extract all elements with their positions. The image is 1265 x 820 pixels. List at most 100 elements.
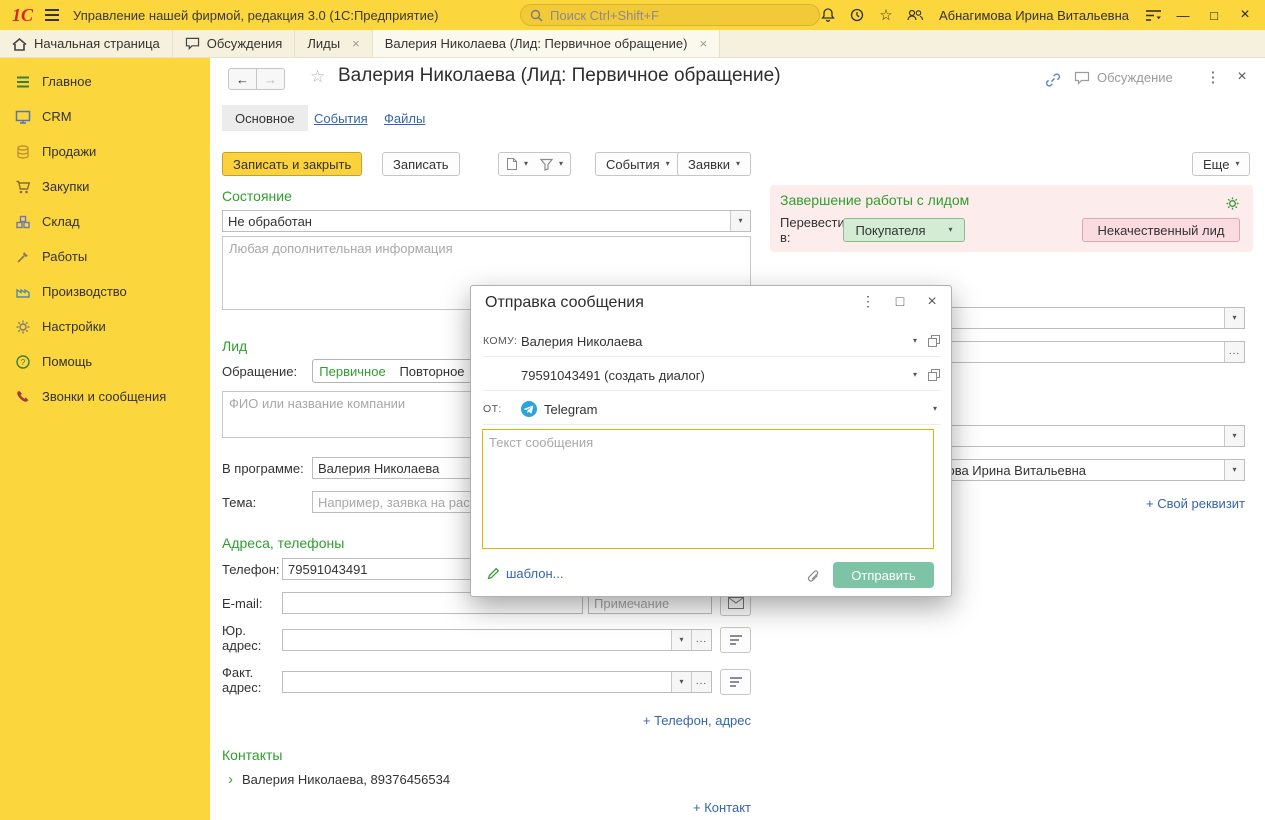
collaboration-button[interactable]	[902, 2, 928, 28]
bad-lead-button[interactable]: Некачественный лид	[1082, 218, 1240, 242]
recipient-dropdown-icon[interactable]: ▾	[913, 337, 917, 345]
save-close-button[interactable]: Записать и закрыть	[222, 152, 362, 176]
forward-button[interactable]: →	[256, 68, 285, 90]
responsible-dropdown[interactable]: ▾	[1224, 460, 1244, 480]
legal-address-more-button[interactable]: ...	[691, 630, 711, 650]
actual-address-menu-button[interactable]	[720, 669, 751, 695]
filter-button[interactable]: ▾	[533, 152, 571, 176]
send-button[interactable]: Отправить	[833, 562, 934, 588]
sidebar-item-proizvodstvo[interactable]: Производство	[0, 274, 210, 309]
convert-to-buyer-dropdown[interactable]: ▾	[937, 218, 965, 242]
completion-settings-button[interactable]	[1219, 190, 1245, 216]
pencil-icon	[487, 567, 500, 580]
tab-leads-close-icon[interactable]: ×	[352, 36, 360, 51]
state-dropdown-button[interactable]: ▾	[730, 211, 750, 231]
add-phone-address-link[interactable]: + Телефон, адрес	[590, 713, 751, 728]
address-lines-icon	[729, 634, 743, 646]
maximize-button[interactable]: □	[1200, 0, 1228, 30]
tab-home-label: Начальная страница	[34, 36, 160, 51]
sidebar-item-nastroyki[interactable]: Настройки	[0, 309, 210, 344]
legal-address-select[interactable]: ▾ ...	[282, 629, 712, 651]
sidebar-item-zakupki[interactable]: Закупки	[0, 169, 210, 204]
open-recipient-icon[interactable]	[927, 334, 941, 348]
sidebar-item-prodazhi[interactable]: Продажи	[0, 134, 210, 169]
global-search-box[interactable]: Поиск Ctrl+Shift+F	[520, 4, 820, 26]
sidebar-item-crm[interactable]: CRM	[0, 99, 210, 134]
current-user[interactable]: Абнагимова Ирина Витальевна	[939, 8, 1129, 23]
form-more-icon[interactable]: ⋮	[1203, 68, 1223, 86]
service-menu-button[interactable]	[1140, 2, 1166, 28]
from-row: ОТ: Telegram ▾	[483, 394, 941, 425]
more-button[interactable]: Еще▾	[1192, 152, 1250, 176]
contact-row[interactable]: › Валерия Николаева, 89376456534	[228, 772, 450, 787]
send-button-label: Отправить	[851, 568, 915, 583]
form-close-icon[interactable]: ×	[1232, 68, 1252, 86]
lead-section-header[interactable]: Лид	[222, 338, 247, 354]
lead-completion-panel: Завершение работы с лидом Перевести в: П…	[770, 185, 1253, 252]
sidebar-item-raboty[interactable]: Работы	[0, 239, 210, 274]
dialog-number-value[interactable]: 79591043491 (создать диалог)	[521, 368, 705, 383]
right-select-1-dropdown[interactable]: ▾	[1224, 308, 1244, 328]
add-contact-link[interactable]: + Контакт	[670, 800, 751, 815]
sidebar-item-label: Производство	[42, 284, 127, 299]
favorite-star-icon[interactable]: ☆	[310, 67, 325, 87]
discussion-button[interactable]: Обсуждение	[1074, 70, 1173, 85]
message-text-input[interactable]	[482, 429, 934, 549]
tab-lead-card[interactable]: Валерия Николаева (Лид: Первичное обраще…	[373, 30, 720, 57]
tab-discussions[interactable]: Обсуждения	[173, 30, 296, 57]
tab-lead-card-close-icon[interactable]: ×	[699, 36, 707, 51]
contacts-section-header[interactable]: Контакты	[222, 747, 282, 763]
dialog-close-icon[interactable]: ×	[921, 293, 943, 311]
favorites-button[interactable]: ☆	[873, 2, 899, 28]
sidebar-item-sklad[interactable]: Склад	[0, 204, 210, 239]
appeal-primary-toggle[interactable]: Первичное	[312, 359, 393, 383]
tab-fayly[interactable]: Файлы	[384, 105, 425, 131]
dialog-more-icon[interactable]: ⋮	[857, 293, 879, 310]
from-value[interactable]: Telegram	[544, 402, 597, 417]
actual-address-more-button[interactable]: ...	[691, 672, 711, 692]
save-button[interactable]: Записать	[382, 152, 460, 176]
right-field-2-more-button[interactable]: ...	[1224, 342, 1244, 362]
appeal-repeat-toggle[interactable]: Повторное	[392, 359, 473, 383]
open-dialog-icon[interactable]	[927, 368, 941, 382]
legal-address-dropdown-button[interactable]: ▾	[671, 630, 691, 650]
create-based-on-button[interactable]: ▾	[498, 152, 536, 176]
sidebar-item-pomosh[interactable]: ? Помощь	[0, 344, 210, 379]
close-window-button[interactable]: ×	[1231, 0, 1259, 30]
tab-home[interactable]: Начальная страница	[0, 30, 173, 57]
actual-address-select[interactable]: ▾ ...	[282, 671, 712, 693]
addresses-section-header[interactable]: Адреса, телефоны	[222, 535, 344, 551]
attach-file-button[interactable]	[799, 563, 825, 589]
convert-to-buyer-button[interactable]: Покупателя	[843, 218, 938, 242]
copy-link-button[interactable]	[1040, 67, 1066, 93]
tab-sobytiya[interactable]: События	[314, 105, 368, 131]
tab-leads[interactable]: Лиды ×	[295, 30, 372, 57]
dialog-number-dropdown-icon[interactable]: ▾	[913, 371, 917, 379]
sidebar-item-label: Склад	[42, 214, 80, 229]
custom-attribute-link[interactable]: + Свой реквизит	[1084, 496, 1245, 511]
template-link-label: шаблон...	[506, 566, 564, 581]
actual-address-dropdown-button[interactable]: ▾	[671, 672, 691, 692]
state-select[interactable]: Не обработан ▾	[222, 210, 751, 232]
requests-menu-button[interactable]: Заявки▾	[677, 152, 751, 176]
right-select-3-dropdown[interactable]: ▾	[1224, 426, 1244, 446]
clock-icon	[849, 7, 865, 23]
back-button[interactable]: ←	[228, 68, 257, 90]
sidebar-item-zvonki[interactable]: Звонки и сообщения	[0, 379, 210, 414]
from-dropdown-icon[interactable]: ▾	[933, 405, 937, 413]
state-section-header[interactable]: Состояние	[222, 188, 292, 204]
minimize-button[interactable]: —	[1169, 0, 1197, 30]
actual-address-label: Факт. адрес:	[222, 665, 277, 695]
template-link[interactable]: шаблон...	[487, 566, 564, 581]
star-icon: ☆	[879, 8, 892, 23]
main-menu-button[interactable]	[39, 2, 65, 28]
sidebar-item-glavnoe[interactable]: Главное	[0, 64, 210, 99]
tab-osnovnoe[interactable]: Основное	[222, 105, 308, 131]
recipient-value[interactable]: Валерия Николаева	[521, 334, 642, 349]
history-button[interactable]	[844, 2, 870, 28]
dialog-maximize-icon[interactable]: □	[889, 293, 911, 309]
events-menu-button[interactable]: События▾	[595, 152, 681, 176]
subject-label: Тема:	[222, 495, 256, 510]
address-lines-icon	[729, 676, 743, 688]
legal-address-menu-button[interactable]	[720, 627, 751, 653]
